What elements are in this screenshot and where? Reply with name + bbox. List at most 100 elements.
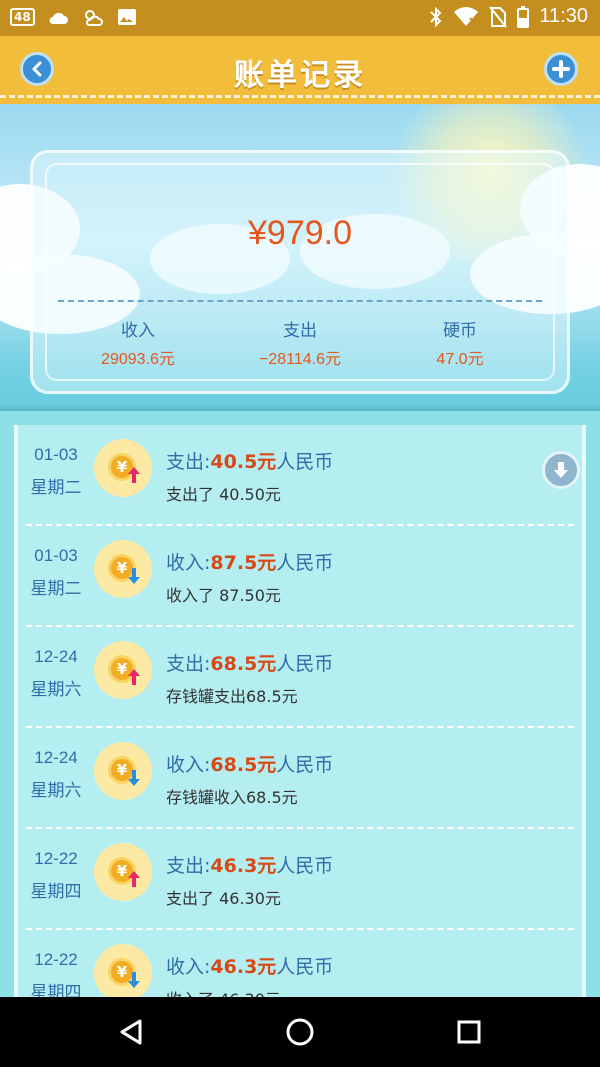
arrow-down-icon [128, 568, 140, 584]
arrow-up-icon [128, 871, 140, 887]
summary-divider [58, 300, 542, 302]
record-type: 支出: [166, 451, 211, 473]
recents-square-icon [457, 1020, 481, 1044]
record-weekday: 星期二 [30, 478, 82, 498]
bluetooth-icon [430, 6, 442, 27]
record-summary: 支出:68.5元人民币 [166, 649, 333, 676]
plus-icon [552, 60, 570, 78]
income-stat: 收入 29093.6元 [68, 316, 208, 369]
record-currency: 人民币 [276, 451, 334, 473]
record-date: 01-03 星期二 [18, 445, 94, 498]
record-date: 12-24 星期六 [18, 647, 94, 700]
record-row[interactable]: 01-03 星期二 ¥ 支出:40.5元人民币支出了 40.50元 [18, 425, 582, 526]
record-weekday: 星期二 [30, 579, 82, 599]
record-type: 收入: [166, 956, 211, 978]
record-date-day: 12-22 [34, 950, 78, 969]
coin-label: 硬币 [443, 321, 477, 341]
record-weekday: 星期四 [30, 882, 82, 902]
coin-stat: 硬币 47.0元 [390, 316, 530, 369]
expense-value: −28114.6元 [259, 351, 341, 368]
record-amount: 68.5元 [210, 754, 277, 776]
record-description: 存钱罐收入68.5元 [166, 788, 298, 807]
home-circle-icon [286, 1018, 314, 1046]
record-summary: 支出:46.3元人民币 [166, 851, 333, 878]
no-sim-icon [489, 5, 508, 28]
coin-badge: ¥ [94, 439, 152, 497]
record-type: 收入: [166, 754, 211, 776]
record-description: 支出了 40.50元 [166, 485, 281, 504]
record-amount: 46.3元 [210, 956, 277, 978]
notification-badge: 48 [10, 8, 35, 26]
arrow-down-icon [128, 770, 140, 786]
cloud-icon [49, 12, 68, 24]
record-type: 收入: [166, 552, 211, 574]
record-type: 支出: [166, 653, 211, 675]
record-row[interactable]: 12-24 星期六 ¥ 收入:68.5元人民币存钱罐收入68.5元 [18, 728, 582, 829]
income-value: 29093.6元 [101, 351, 175, 368]
add-button[interactable] [544, 52, 578, 86]
record-row[interactable]: 12-22 星期四 ¥ 支出:46.3元人民币支出了 46.30元 [18, 829, 582, 930]
record-date-day: 01-03 [34, 546, 78, 565]
clock: 11:30 [539, 5, 588, 27]
record-date-day: 12-24 [34, 748, 78, 767]
record-currency: 人民币 [276, 754, 334, 776]
records-list[interactable]: 01-03 星期二 ¥ 支出:40.5元人民币 支出了 40.50元 01-03 星期二 ¥ 收… [14, 425, 586, 997]
record-description: 支出了 46.30元 [166, 889, 281, 908]
record-summary: 支出:40.5元人民币 [166, 447, 333, 474]
record-description: 存钱罐支出68.5元 [166, 687, 298, 706]
wifi-icon [454, 6, 479, 26]
coin-badge: ¥ [94, 540, 152, 598]
coin-badge: ¥ [94, 843, 152, 901]
record-date: 12-22 星期四 [18, 950, 94, 997]
back-triangle-icon [120, 1019, 142, 1045]
status-bar: 48 11:30 [0, 0, 600, 36]
record-currency: 人民币 [276, 956, 334, 978]
record-summary: 收入:87.5元人民币 [166, 548, 333, 575]
coin-badge: ¥ [94, 641, 152, 699]
records-list-container[interactable]: 01-03 星期二 ¥ 支出:40.5元人民币 支出了 40.50元 01-03 星期二 ¥ 收… [0, 411, 600, 997]
record-description: 收入了 46.30元 [166, 986, 281, 997]
app-header: 账单记录 [0, 36, 600, 104]
nav-recents-button[interactable] [452, 1015, 486, 1049]
record-date-day: 12-22 [34, 849, 78, 868]
system-nav-bar [0, 997, 600, 1067]
summary-banner: ¥979.0 收入 29093.6元 支出 −28114.6元 硬币 47.0元 [0, 104, 600, 411]
scroll-down-button[interactable] [542, 451, 580, 489]
arrow-up-icon [128, 669, 140, 685]
record-row[interactable]: 12-24 星期六 ¥ 支出:68.5元人民币存钱罐支出68.5元 [18, 627, 582, 728]
coin-badge: ¥ [94, 944, 152, 997]
record-weekday: 星期四 [30, 983, 82, 997]
record-amount: 87.5元 [210, 552, 277, 574]
record-date-day: 12-24 [34, 647, 78, 666]
arrow-down-icon [128, 972, 140, 988]
expense-stat: 支出 −28114.6元 [230, 316, 370, 369]
balance-amount: ¥979.0 [248, 214, 352, 252]
record-row[interactable]: 12-22 星期四 ¥ 收入:46.3元人民币收入了 46.30元 [18, 930, 582, 997]
coin-badge: ¥ [94, 742, 152, 800]
record-description: 收入了 87.50元 [166, 586, 281, 605]
record-date: 01-03 星期二 [18, 546, 94, 599]
coin-value: 47.0元 [436, 351, 484, 368]
record-amount: 40.5元 [210, 451, 277, 473]
record-date-day: 01-03 [34, 445, 78, 464]
record-type: 支出: [166, 855, 211, 877]
record-date: 12-22 星期四 [18, 849, 94, 902]
weather-icon [84, 10, 103, 26]
record-amount: 46.3元 [210, 855, 277, 877]
battery-icon [517, 5, 530, 28]
arrow-up-icon [128, 467, 140, 483]
image-icon [117, 9, 136, 25]
income-label: 收入 [121, 321, 155, 341]
record-summary: 收入:46.3元人民币 [166, 952, 333, 979]
record-currency: 人民币 [276, 855, 334, 877]
nav-home-button[interactable] [283, 1015, 317, 1049]
record-row[interactable]: 01-03 星期二 ¥ 收入:87.5元人民币收入了 87.50元 [18, 526, 582, 627]
nav-back-button[interactable] [114, 1015, 148, 1049]
record-date: 12-24 星期六 [18, 748, 94, 801]
record-summary: 收入:68.5元人民币 [166, 750, 333, 777]
expense-label: 支出 [283, 321, 317, 341]
arrow-down-icon [554, 462, 568, 478]
record-weekday: 星期六 [30, 781, 82, 801]
record-currency: 人民币 [276, 653, 334, 675]
record-currency: 人民币 [276, 552, 334, 574]
